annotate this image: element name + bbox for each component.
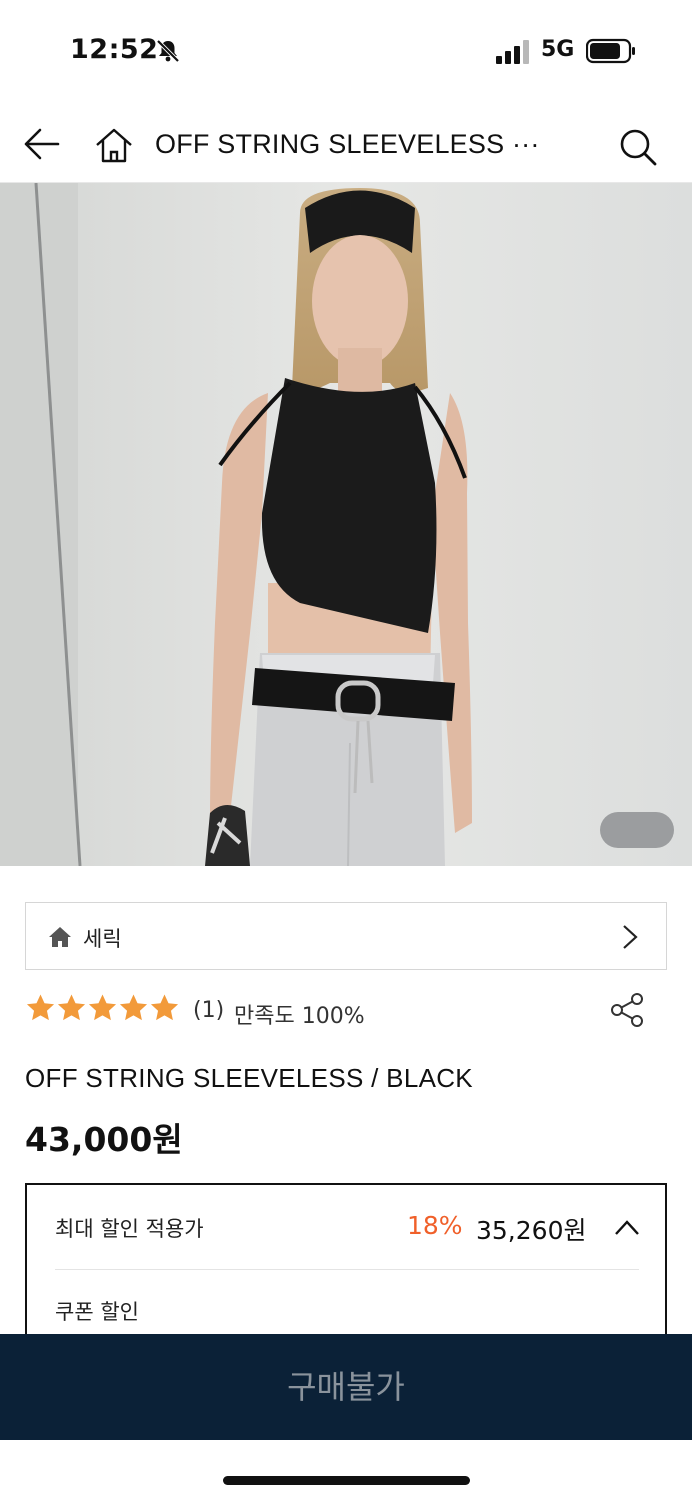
home-icon[interactable] [94, 125, 134, 165]
divider [55, 1269, 639, 1270]
buy-button[interactable]: 구매불가 [0, 1334, 692, 1440]
status-time: 12:52 [70, 34, 159, 65]
search-icon[interactable] [618, 127, 658, 167]
star-icon [88, 994, 117, 1021]
signal-icon [496, 40, 529, 64]
product-name: OFF STRING SLEEVELESS / BLACK [25, 1063, 473, 1093]
bell-slash-icon [156, 39, 180, 63]
share-icon[interactable] [609, 992, 645, 1028]
back-arrow-icon[interactable] [22, 127, 60, 161]
star-icon [26, 994, 55, 1021]
review-count[interactable]: (1) [193, 998, 224, 1023]
home-indicator [223, 1476, 470, 1485]
star-icon [150, 994, 179, 1021]
brand-home-icon [49, 927, 71, 947]
chevron-right-icon [623, 925, 638, 949]
network-label: 5G [541, 37, 575, 62]
brand-name: 세릭 [83, 927, 122, 951]
coupon-discount-label: 쿠폰 할인 [55, 1300, 139, 1324]
rating-row: (1) 만족도 100% [25, 990, 667, 1030]
battery-icon [586, 38, 635, 64]
brand-link[interactable]: 세릭 [25, 902, 667, 970]
product-photo [0, 183, 692, 866]
star-rating [25, 992, 180, 1028]
buy-button-label: 구매불가 [287, 1368, 405, 1406]
image-pager[interactable] [600, 812, 674, 848]
product-image[interactable] [0, 183, 692, 866]
satisfaction-rate: 만족도 100% [234, 1004, 365, 1029]
top-nav: OFF STRING SLEEVELESS ··· [0, 105, 692, 183]
product-price: 43,000원 [25, 1120, 183, 1159]
chevron-up-icon[interactable] [614, 1219, 640, 1237]
star-icon [119, 994, 148, 1021]
discount-rate: 18% [407, 1211, 463, 1240]
discount-price: 35,260원 [476, 1216, 587, 1245]
max-discount-label: 최대 할인 적용가 [55, 1217, 204, 1241]
page-title: OFF STRING SLEEVELESS ··· [155, 129, 540, 159]
status-bar: 12:52 5G [0, 0, 692, 100]
star-icon [57, 994, 86, 1021]
